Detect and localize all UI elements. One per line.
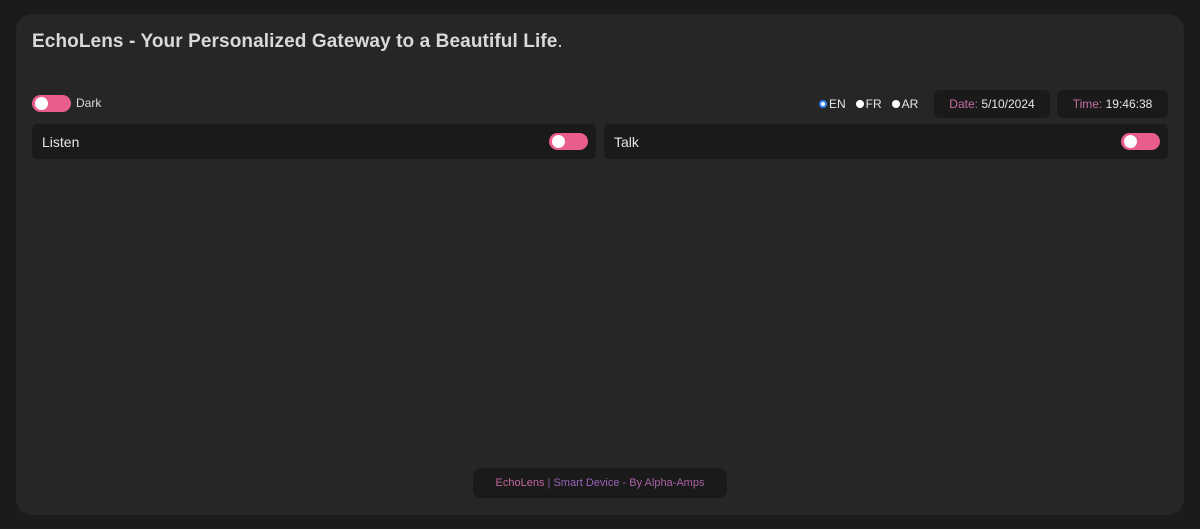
footer-brand: EchoLens — [495, 477, 545, 489]
talk-panel: Talk — [604, 124, 1168, 159]
talk-label: Talk — [614, 134, 639, 150]
title-tagline: - Your Personalized Gateway to a Beautif… — [123, 31, 558, 52]
radio-en[interactable] — [819, 100, 827, 108]
listen-toggle[interactable] — [549, 133, 588, 150]
date-display: Date: 5/10/2024 — [934, 90, 1050, 118]
app-container: EchoLens - Your Personalized Gateway to … — [16, 14, 1184, 515]
date-label: Date: — [949, 97, 978, 111]
title-brand: EchoLens — [32, 31, 124, 52]
talk-toggle[interactable] — [1121, 133, 1160, 150]
footer-author: - By Alpha-Amps — [619, 477, 705, 489]
toggle-knob — [35, 97, 48, 110]
footer-product: Smart Device — [553, 477, 620, 489]
language-option-en[interactable]: EN — [819, 97, 846, 111]
language-label-ar: AR — [901, 97, 919, 111]
time-value: 19:46:38 — [1105, 97, 1153, 111]
language-selector: EN FR AR — [819, 96, 918, 112]
time-display: Time: 19:46:38 — [1057, 90, 1168, 118]
radio-ar[interactable] — [891, 100, 900, 108]
radio-fr[interactable] — [855, 100, 864, 108]
language-option-ar[interactable]: AR — [891, 97, 919, 111]
toggle-knob — [552, 135, 565, 148]
footer-credit: EchoLens | Smart Device - By Alpha-Amps — [473, 468, 727, 498]
dark-mode-toggle[interactable] — [32, 95, 71, 112]
language-label-en: EN — [829, 97, 846, 111]
time-label: Time: — [1072, 97, 1103, 111]
listen-panel: Listen — [32, 124, 596, 159]
language-option-fr[interactable]: FR — [855, 97, 882, 111]
title-end: . — [557, 31, 563, 52]
toggle-knob — [1124, 135, 1137, 148]
page-title: EchoLens - Your Personalized Gateway to … — [32, 31, 563, 53]
listen-label: Listen — [42, 134, 80, 150]
date-value: 5/10/2024 — [981, 97, 1035, 111]
language-label-fr: FR — [865, 97, 882, 111]
dark-mode-label: Dark — [76, 96, 102, 110]
